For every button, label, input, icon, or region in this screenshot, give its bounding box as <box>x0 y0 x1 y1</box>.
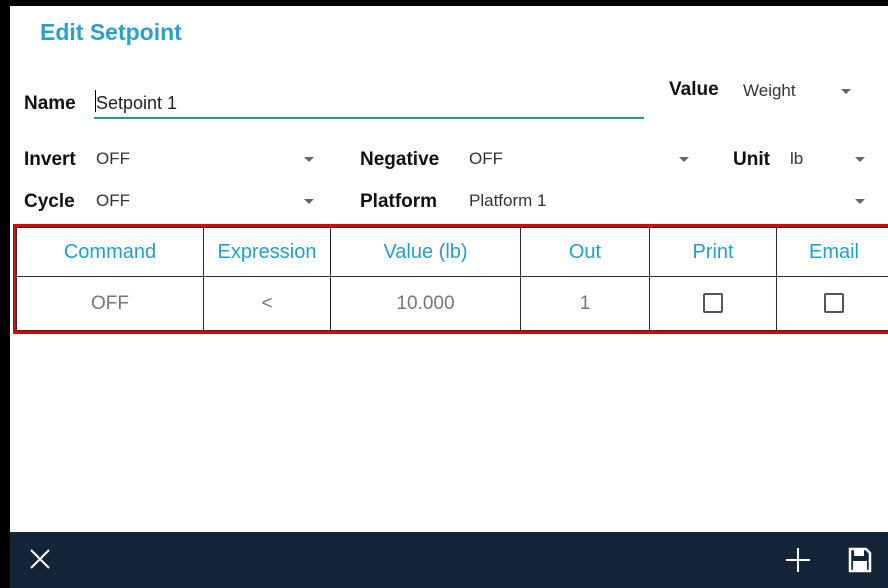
email-cell <box>776 276 888 331</box>
invert-select[interactable]: OFF <box>96 149 130 169</box>
table-header-row: Command Expression Value (lb) Out Print … <box>16 227 888 277</box>
edit-setpoint-dialog: Edit Setpoint Name Setpoint 1 Value Weig… <box>10 6 888 588</box>
value-dropdown-icon[interactable] <box>841 89 851 94</box>
plus-icon[interactable] <box>784 546 812 579</box>
column-header-expression[interactable]: Expression <box>203 227 331 277</box>
print-checkbox[interactable] <box>703 293 723 314</box>
cycle-select[interactable]: OFF <box>96 191 130 211</box>
column-header-command[interactable]: Command <box>16 227 204 277</box>
expression-cell[interactable]: < <box>203 276 331 331</box>
column-header-value[interactable]: Value (lb) <box>330 227 521 277</box>
setpoint-table: Command Expression Value (lb) Out Print … <box>13 224 888 334</box>
name-label: Name <box>24 93 76 114</box>
value-select[interactable]: Weight <box>743 81 796 101</box>
platform-select[interactable]: Platform 1 <box>469 191 546 211</box>
invert-dropdown-icon[interactable] <box>304 157 314 162</box>
negative-dropdown-icon[interactable] <box>679 157 689 162</box>
cycle-dropdown-icon[interactable] <box>304 199 314 204</box>
platform-dropdown-icon[interactable] <box>855 199 865 204</box>
dialog-title: Edit Setpoint <box>40 19 182 45</box>
table-row[interactable]: OFF < 10.000 1 <box>16 276 888 331</box>
value-label: Value <box>669 79 719 100</box>
close-icon[interactable] <box>28 547 52 576</box>
out-cell[interactable]: 1 <box>520 276 650 331</box>
column-header-email[interactable]: Email <box>776 227 888 277</box>
cycle-label: Cycle <box>24 191 75 212</box>
name-input[interactable]: Setpoint 1 <box>96 93 177 114</box>
command-cell[interactable]: OFF <box>16 276 204 331</box>
name-input-underline <box>94 117 644 119</box>
text-cursor <box>95 90 96 112</box>
bottom-toolbar <box>10 532 888 588</box>
column-header-out[interactable]: Out <box>520 227 650 277</box>
value-cell[interactable]: 10.000 <box>330 276 521 331</box>
unit-dropdown-icon[interactable] <box>855 157 865 162</box>
email-checkbox[interactable] <box>824 293 844 314</box>
negative-select[interactable]: OFF <box>469 149 503 169</box>
unit-label: Unit <box>733 149 770 170</box>
save-icon[interactable] <box>848 547 872 578</box>
invert-label: Invert <box>24 149 76 170</box>
print-cell <box>649 276 777 331</box>
negative-label: Negative <box>360 149 440 170</box>
unit-select[interactable]: lb <box>790 149 803 169</box>
column-header-print[interactable]: Print <box>649 227 777 277</box>
platform-label: Platform <box>360 191 438 212</box>
